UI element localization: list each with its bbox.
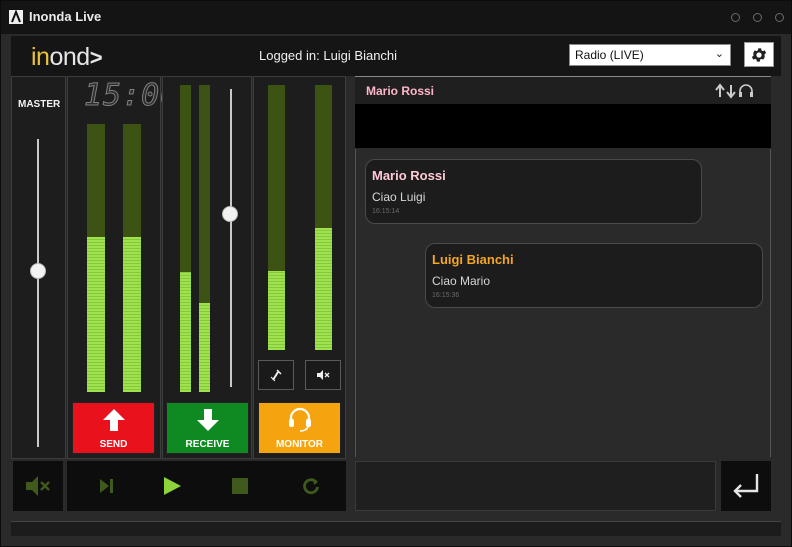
master-slider-track[interactable] [37,139,39,447]
chat-messages: Mario Rossi Ciao Luigi 16:15:14 Luigi Bi… [355,149,771,457]
monitor-meter-left [268,85,285,350]
arrow-down-icon [196,409,219,431]
close-button[interactable] [775,13,784,22]
skip-end-button[interactable] [94,474,118,498]
refresh-icon [303,478,319,495]
settings-button[interactable] [744,42,774,67]
message-text: Ciao Mario [432,274,491,288]
profile-select-value: Radio (LIVE) [575,48,644,62]
skip-end-icon [100,479,113,493]
app-logo-icon [9,10,23,24]
play-icon [164,477,181,495]
receive-button[interactable]: RECEIVE [166,402,249,454]
speaker-mute-button[interactable] [305,360,341,390]
chat-contact-name: Mario Rossi [366,84,435,98]
status-bar [11,521,781,536]
chevron-down-icon: ⌄ [714,48,724,60]
monitor-label: MONITOR [275,439,324,450]
monitor-meter-right [315,85,332,350]
stop-button[interactable] [228,474,252,498]
header-bar: inond> Logged in: Luigi Bianchi Radio (L… [11,36,781,76]
arrow-up-icon [102,409,125,431]
send-button[interactable]: SEND [72,402,155,454]
mic-mute-icon [270,369,282,382]
speaker-mute-icon [317,370,330,380]
app-window: Inonda Live inond> Logged in: Luigi Bian… [0,0,792,547]
send-label: SEND [99,439,128,450]
maximize-button[interactable] [753,13,762,22]
message-time: 16:15:14 [372,208,400,215]
message-bubble: Luigi Bianchi Ciao Mario 16:15:36 [425,243,763,308]
chat-input[interactable] [355,461,716,511]
refresh-button[interactable] [299,474,323,498]
logged-in-label: Logged in: Luigi Bianchi [259,48,398,63]
transfer-headset-icon [715,83,755,104]
chat-info-strip [355,104,771,148]
play-button[interactable] [160,474,184,498]
logo-text-in: in [31,43,50,71]
profile-select[interactable]: Radio (LIVE) ⌄ [569,44,731,66]
master-mute-button[interactable] [13,461,63,511]
window-title: Inonda Live [29,9,102,24]
send-meter-left [87,124,105,392]
message-sender: Luigi Bianchi [432,252,514,267]
logo-text-ond: ond [49,43,90,71]
title-bar: Inonda Live [1,1,791,34]
receive-meter-right [199,85,210,392]
inonda-logo: inond> [31,43,103,71]
receive-meter-left [180,85,191,392]
minimize-button[interactable] [731,13,740,22]
monitor-button[interactable]: MONITOR [258,402,341,454]
chat-header: Mario Rossi [355,76,771,104]
send-message-button[interactable] [721,461,771,511]
message-time: 16:15:36 [432,292,460,299]
speaker-mute-icon [26,476,50,496]
headset-icon [288,407,311,432]
stop-icon [232,478,248,494]
message-text: Ciao Luigi [372,190,426,204]
receive-label: RECEIVE [185,439,230,450]
message-sender: Mario Rossi [372,168,446,183]
message-bubble: Mario Rossi Ciao Luigi 16:15:14 [365,159,702,224]
transport-bar [67,461,346,511]
master-label: MASTER [18,99,61,110]
mic-mute-button[interactable] [258,360,294,390]
send-meter-right [123,124,141,392]
enter-return-icon [733,474,759,498]
receive-slider-track[interactable] [230,89,232,387]
gear-icon [751,47,767,62]
